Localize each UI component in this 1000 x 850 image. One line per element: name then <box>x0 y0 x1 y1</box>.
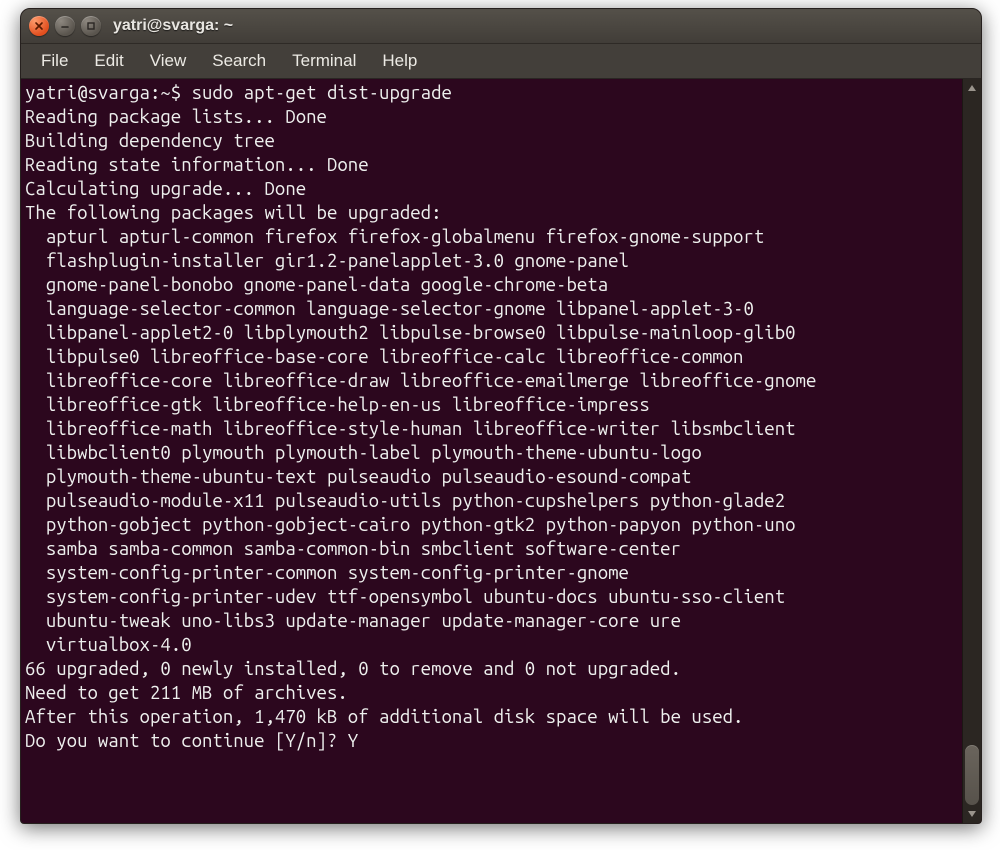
window-title: yatri@svarga: ~ <box>113 17 233 35</box>
minimize-icon[interactable] <box>55 16 75 36</box>
menu-help[interactable]: Help <box>370 47 429 75</box>
scroll-down-icon[interactable] <box>963 805 981 823</box>
maximize-icon[interactable] <box>81 16 101 36</box>
close-icon[interactable] <box>29 16 49 36</box>
titlebar[interactable]: yatri@svarga: ~ <box>21 9 981 44</box>
menu-search[interactable]: Search <box>200 47 278 75</box>
menu-edit[interactable]: Edit <box>82 47 135 75</box>
menu-terminal[interactable]: Terminal <box>280 47 368 75</box>
terminal-area[interactable]: yatri@svarga:~$ sudo apt-get dist-upgrad… <box>21 79 981 823</box>
terminal-window: yatri@svarga: ~ File Edit View Search Te… <box>20 8 982 824</box>
scroll-thumb[interactable] <box>965 745 979 805</box>
scroll-up-icon[interactable] <box>963 79 981 97</box>
window-controls <box>29 16 101 36</box>
terminal-output[interactable]: yatri@svarga:~$ sudo apt-get dist-upgrad… <box>21 79 963 823</box>
menu-view[interactable]: View <box>138 47 199 75</box>
scroll-track[interactable] <box>965 97 979 805</box>
scrollbar[interactable] <box>962 79 981 823</box>
menubar: File Edit View Search Terminal Help <box>21 44 981 79</box>
menu-file[interactable]: File <box>29 47 80 75</box>
